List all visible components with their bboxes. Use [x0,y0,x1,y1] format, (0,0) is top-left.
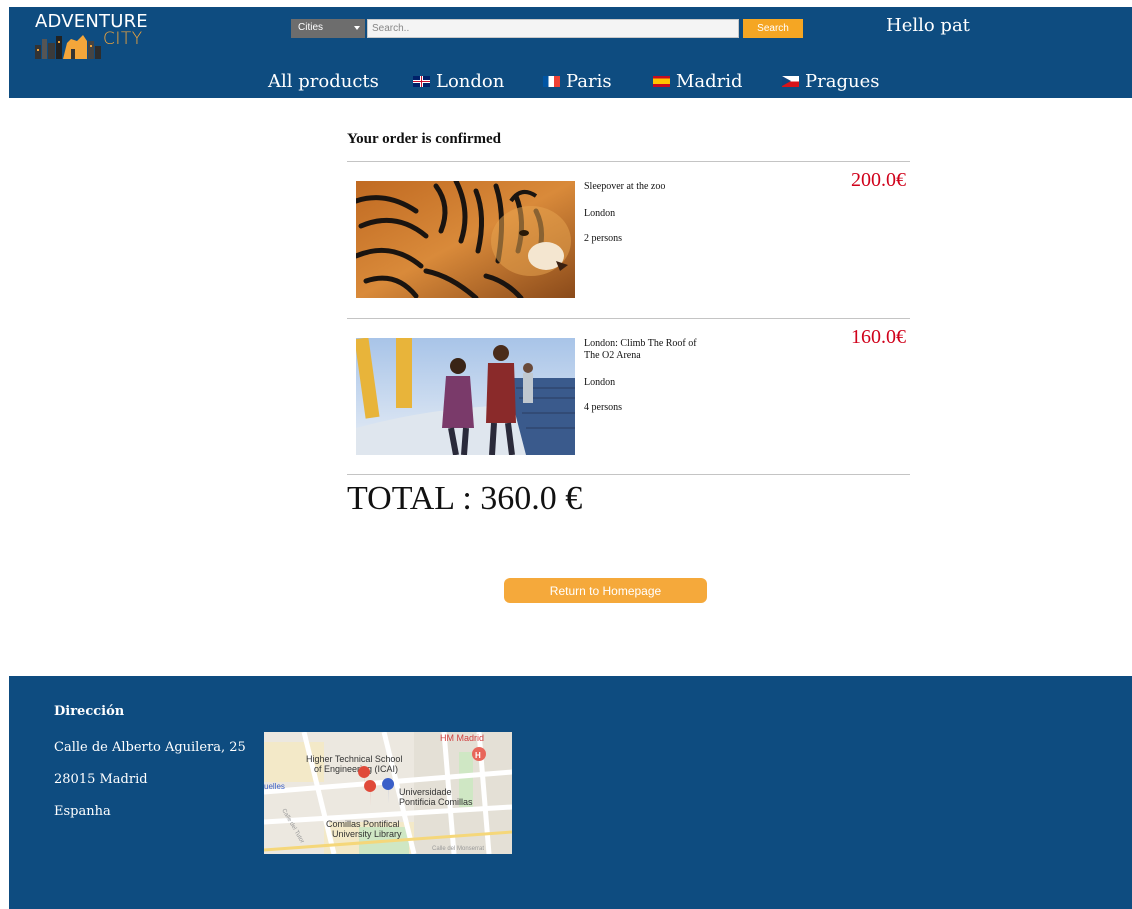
map-label: University Library [332,829,402,839]
search-input[interactable] [367,19,739,38]
nav-item-label: London [436,71,505,92]
nav-item-label: All products [268,71,379,92]
item-persons: 2 persons [584,233,623,244]
nav-item-label: Madrid [676,71,743,92]
city-select[interactable]: Cities [291,19,365,38]
nav-item-london[interactable]: London [413,71,504,92]
address-line: Espanha [54,804,111,819]
map-label: Universidade [399,787,452,797]
item-persons: 4 persons [584,402,623,413]
item-name: London: Climb The Roof of The O2 Arena [584,338,697,361]
skyline-icon [35,35,101,59]
order-title: Your order is confirmed [347,131,502,147]
svg-text:H: H [475,751,481,760]
item-price: 200.0€ [851,169,906,191]
item-city: London [584,377,616,388]
map-label: Comillas Pontifical [326,819,400,829]
site-logo[interactable]: ADVENTURE CITY [35,11,155,61]
address-line: Calle de Alberto Aguilera, 25 [54,740,246,755]
tiger-image [356,181,575,298]
site-header: ADVENTURE CITY Cities Search Hello pat A… [9,7,1132,98]
caret-down-icon [354,26,360,30]
return-to-homepage-button[interactable]: Return to Homepage [504,578,707,603]
czech-flag-icon [782,76,799,87]
order-total: TOTAL : 360.0 € [347,480,583,517]
location-map[interactable]: HM Madrid H Higher Technical School of E… [264,732,512,854]
divider [347,318,910,319]
nav-item-label: Pragues [805,71,880,92]
o2-climb-illustration [356,338,575,455]
nav-item-all-products[interactable]: All products [268,71,379,92]
site-footer: Dirección Calle de Alberto Aguilera, 25 … [9,676,1132,909]
map-label: uelles [264,782,285,791]
map-label: Calle del Monserrat [432,846,484,852]
city-nav: All products London Paris Madrid Pragues [9,71,1132,95]
user-greeting: Hello pat [886,15,970,36]
tiger-illustration [356,181,575,298]
map-label: HM Madrid [440,733,484,743]
item-price: 160.0€ [851,326,906,348]
order-item: London: Climb The Roof of The O2 Arena L… [347,326,910,478]
order-item: Sleepover at the zoo London 2 persons 20… [347,169,910,321]
uk-flag-icon [413,76,430,87]
nav-item-label: Paris [566,71,612,92]
map-illustration: HM Madrid H Higher Technical School of E… [264,732,512,854]
item-name: Sleepover at the zoo [584,181,666,192]
map-label: Pontificia Comillas [399,797,473,807]
divider [347,161,910,162]
map-label: of Engineering (ICAI) [314,764,398,774]
divider [347,474,910,475]
address-line: 28015 Madrid [54,772,148,787]
nav-item-pragues[interactable]: Pragues [782,71,879,92]
city-select-value: Cities [298,22,324,33]
logo-text-bottom: CITY [103,29,143,49]
nav-item-paris[interactable]: Paris [543,71,612,92]
item-city: London [584,208,616,219]
spain-flag-icon [653,76,670,87]
nav-item-madrid[interactable]: Madrid [653,71,743,92]
map-label: Higher Technical School [306,754,402,764]
o2-climb-image [356,338,575,455]
search-button[interactable]: Search [743,19,803,38]
france-flag-icon [543,76,560,87]
footer-heading: Dirección [54,704,125,719]
